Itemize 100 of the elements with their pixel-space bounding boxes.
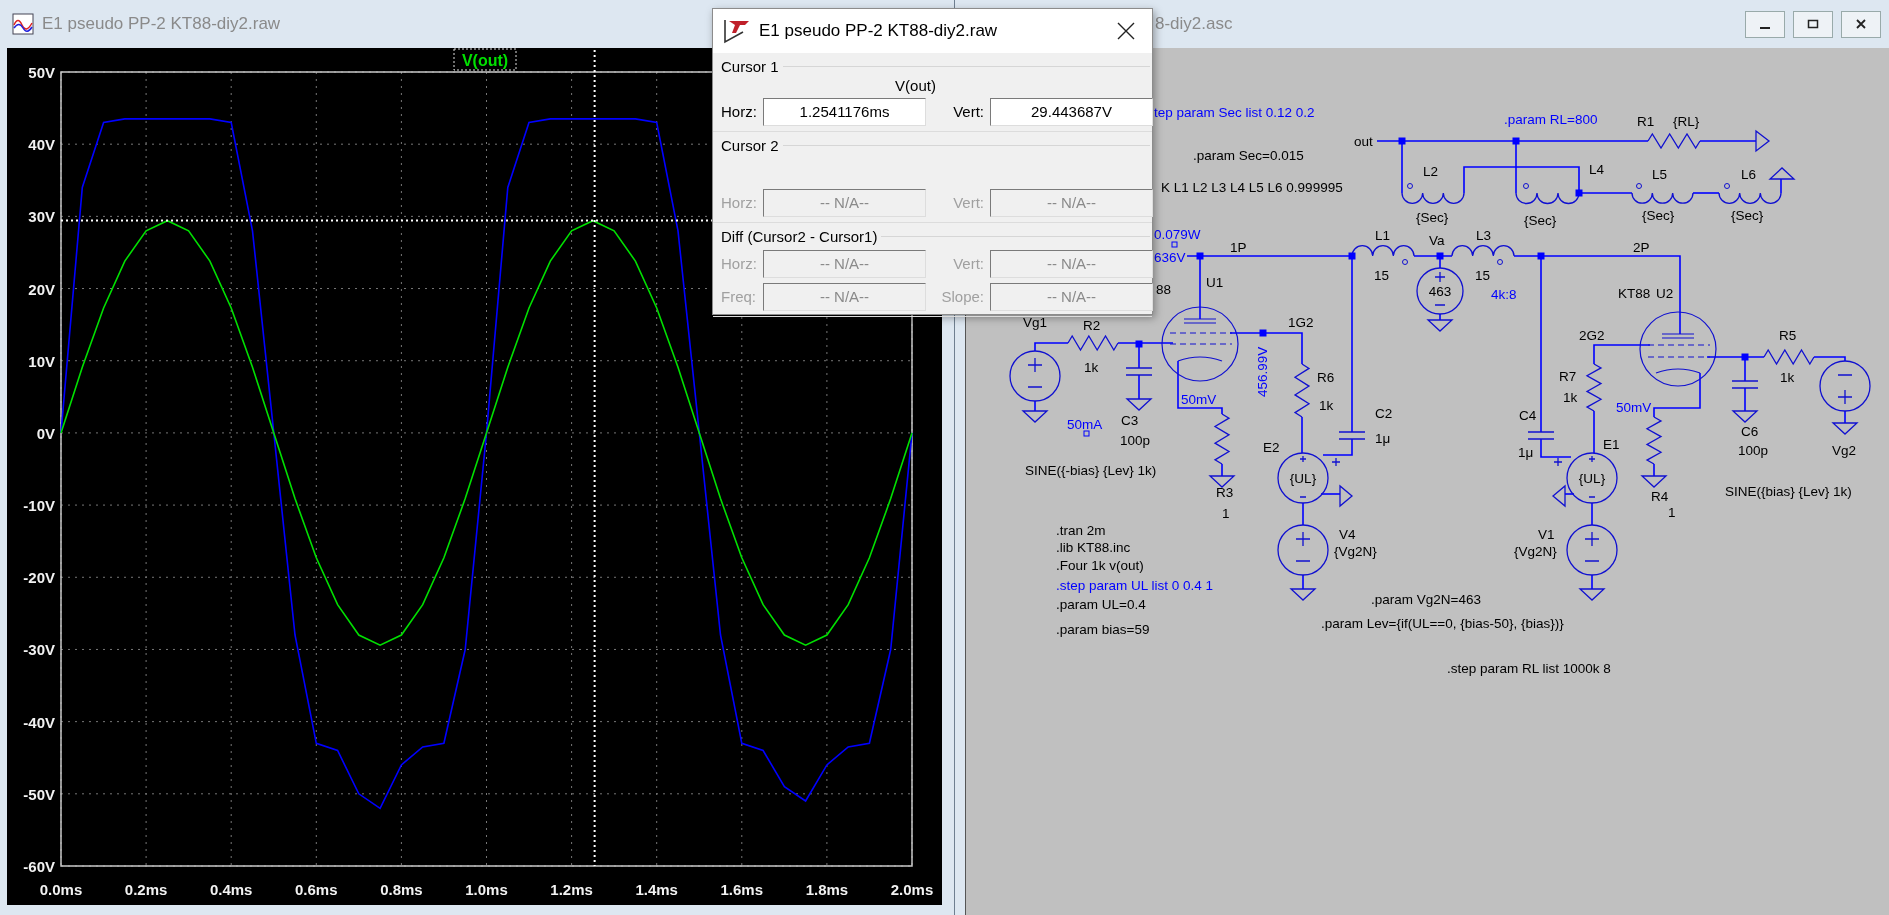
field-label: Freq: — [721, 288, 757, 305]
schematic-label: {RL} — [1673, 114, 1700, 129]
capacitor-symbol — [1125, 367, 1153, 376]
axis-label: 40V — [28, 136, 55, 154]
inductor-symbol — [1451, 245, 1515, 265]
axis-label: 0V — [36, 424, 55, 442]
ground-symbol — [1831, 422, 1859, 435]
group-label: Cursor 1 — [721, 57, 779, 75]
schematic-label: .param Sec=0.015 — [1193, 148, 1304, 163]
wire — [1034, 400, 1036, 412]
probe-marker-icon — [1171, 241, 1178, 248]
voltage-source-symbol — [1277, 452, 1341, 504]
schematic-label: out — [1354, 134, 1373, 149]
wire — [1221, 463, 1223, 477]
trace-name: V(out) — [895, 77, 936, 95]
close-icon — [1117, 22, 1135, 40]
axis-label: 0.0ms — [39, 881, 83, 898]
axis-label: 20V — [28, 280, 55, 298]
schematic-label: .lib KT88.inc — [1056, 540, 1131, 555]
field-label: Vert: — [952, 194, 985, 211]
wire — [1692, 192, 1720, 194]
ground-symbol — [1426, 319, 1454, 332]
axis-label: 1.8ms — [805, 881, 849, 898]
chart-title: V(out) — [461, 52, 509, 69]
schematic-label: V4 — [1339, 527, 1356, 542]
ground-symbol — [1339, 484, 1353, 508]
schematic-label: {Vg2N} — [1514, 544, 1557, 559]
wire — [1302, 502, 1304, 526]
axis-label: 50V — [28, 64, 55, 81]
inductor-symbol — [1631, 183, 1694, 204]
resistor-symbol — [1645, 416, 1663, 465]
schematic-label: 1k — [1319, 398, 1334, 413]
schematic-label: .param bias=59 — [1056, 622, 1150, 637]
wire — [1780, 178, 1782, 194]
field-label: Vert: — [952, 103, 985, 120]
schematic-label: 15 — [1475, 268, 1491, 283]
dialog-title: E1 pseudo PP-2 KT88-diy2.raw — [759, 21, 999, 41]
axis-label: 1.4ms — [635, 881, 678, 898]
schematic-label: .tran 2m — [1056, 523, 1106, 538]
ground-symbol — [1578, 588, 1606, 601]
schematic-label: L3 — [1476, 228, 1492, 243]
ground-symbol — [1768, 167, 1796, 180]
wire — [1593, 344, 1651, 365]
schematic-label: L2 — [1423, 164, 1439, 179]
schematic-label: {Sec} — [1524, 213, 1557, 228]
schematic-label: 2G2 — [1579, 328, 1605, 343]
schematic-label: R2 — [1083, 318, 1101, 333]
field-label: Horz: — [721, 103, 758, 120]
schematic-label: 1k — [1084, 360, 1099, 375]
schematic-label: L4 — [1589, 162, 1605, 177]
resistor-symbol — [1067, 334, 1119, 352]
field-label: Vert: — [952, 255, 985, 272]
schematic-label: 2P — [1633, 240, 1650, 255]
trace-label: V(out) — [453, 48, 517, 71]
wire — [1540, 438, 1572, 458]
wire — [1591, 502, 1593, 526]
schematic-label: .step param RL list 1000k 8 — [1447, 661, 1611, 676]
wire — [1699, 140, 1757, 142]
window-title: 8-diy2.asc — [1155, 14, 1233, 34]
schematic-label: 1 — [1222, 506, 1230, 521]
waveform-icon — [12, 13, 34, 35]
schematic-label: E2 — [1263, 440, 1280, 455]
schematic-label: SINE({bias} {Lev} 1k) — [1725, 484, 1852, 499]
schematic-label: 100p — [1738, 443, 1769, 458]
schematic-label: R3 — [1216, 485, 1234, 500]
inductor-symbol — [1351, 245, 1415, 265]
axis-label: 2.0ms — [890, 881, 934, 898]
axis-label: -40V — [23, 713, 55, 731]
voltage-source-symbol — [1277, 524, 1329, 576]
voltage-source-symbol — [1566, 524, 1618, 576]
schematic-label: 88 — [1156, 282, 1172, 297]
schematic-label: .param Lev={if(UL==0, {bias-50}, {bias})} — [1321, 616, 1564, 631]
schematic-label: Vg1 — [1023, 315, 1048, 330]
resistor-symbol — [1763, 348, 1815, 366]
schematic-label: R6 — [1317, 370, 1335, 385]
capacitor-symbol — [1338, 431, 1366, 440]
schematic-label: .param UL=0.4 — [1056, 597, 1146, 612]
wire — [1844, 410, 1846, 424]
maximize-button[interactable] — [1793, 10, 1833, 38]
wire — [1744, 387, 1746, 412]
schematic-label: {Sec} — [1642, 208, 1675, 223]
value-field[interactable]: 1.2541176ms — [763, 97, 926, 126]
field-label: Horz: — [721, 255, 758, 272]
ground-symbol — [1640, 475, 1668, 488]
voltage-source-symbol — [1009, 350, 1061, 402]
schematic-label: SINE({-bias} {Lev} 1k) — [1025, 463, 1157, 478]
schematic-label: R4 — [1651, 489, 1669, 504]
ground-symbol — [1289, 588, 1317, 601]
resistor-symbol — [1647, 132, 1701, 150]
schematic-label: {Sec} — [1731, 208, 1764, 223]
schematic-label: U2 — [1656, 286, 1674, 301]
capacitor-symbol — [1731, 380, 1759, 389]
voltage-source-symbol — [1553, 452, 1618, 504]
close-button[interactable] — [1841, 10, 1881, 38]
cursor-line[interactable] — [593, 49, 596, 867]
schematic-label: R5 — [1779, 328, 1797, 343]
schematic-label: U1 — [1206, 275, 1224, 290]
probe-marker-icon — [1083, 430, 1090, 437]
value-field[interactable]: 29.443687V — [990, 97, 1153, 126]
wire — [1322, 438, 1353, 456]
